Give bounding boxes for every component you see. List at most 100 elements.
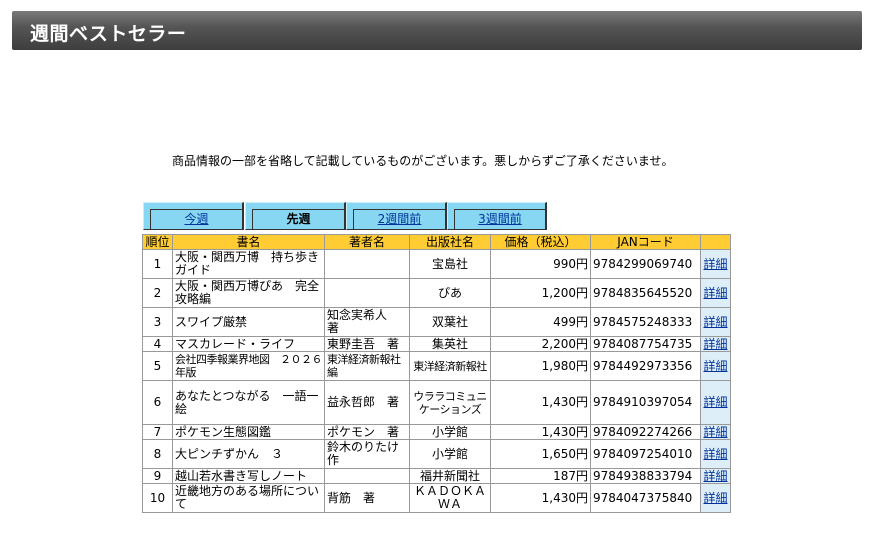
price-cell: 499円 [490,307,591,337]
publisher-cell: ＫＡＤＯＫＡＷＡ [409,483,491,513]
detail-link[interactable]: 詳細 [703,286,727,300]
notice-text: 商品情報の一部を省略して記載しているものがございます。悪しからずご了承くださいま… [172,154,674,168]
detail-link[interactable]: 詳細 [703,337,727,351]
tab-3-weeks-ago[interactable]: 3週間前 [447,202,547,230]
author-cell: 知念実希人 著 [324,307,410,337]
rank-cell: 2 [142,278,173,308]
detail-cell: 詳細 [700,468,731,484]
detail-cell: 詳細 [700,336,731,352]
header-rank: 順位 [142,234,173,250]
tab-2-weeks-ago[interactable]: 2週間前 [346,202,447,230]
table-row: 10 近畿地方のある場所について 背筋 著 ＫＡＤＯＫＡＷＡ 1,430円 97… [142,483,731,513]
detail-link[interactable]: 詳細 [703,315,727,329]
price-cell: 1,430円 [490,483,591,513]
detail-link[interactable]: 詳細 [703,359,727,373]
detail-cell: 詳細 [700,380,731,425]
publisher-cell: 小学館 [409,424,491,440]
rank-cell: 10 [142,483,173,513]
jan-cell: 9784047375840 [590,483,701,513]
tab-2-weeks-ago-label[interactable]: 2週間前 [353,209,445,229]
author-cell [324,249,410,279]
rank-cell: 5 [142,351,173,381]
title-cell: マスカレード・ライフ [172,336,325,352]
price-cell: 2,200円 [490,336,591,352]
author-cell: 鈴木のりたけ 作 [324,439,411,469]
detail-cell: 詳細 [700,278,731,308]
publisher-cell: 福井新聞社 [409,468,491,484]
author-cell: 益永哲郎 著 [324,380,410,425]
header-jan: JANコード [590,234,701,250]
tab-last-week[interactable]: 先週 [245,202,346,230]
detail-link[interactable]: 詳細 [703,447,727,461]
table-row: 8 大ピンチずかん ３ 鈴木のりたけ 作 小学館 1,650円 97840972… [142,439,731,469]
detail-link[interactable]: 詳細 [703,469,727,483]
author-cell: 東洋経済新報社 編 [324,351,412,381]
tab-last-week-label[interactable]: 先週 [252,209,344,229]
detail-link[interactable]: 詳細 [703,257,727,271]
author-cell: 背筋 著 [324,483,410,513]
jan-cell: 9784097254010 [590,439,701,469]
tab-3-weeks-ago-label[interactable]: 3週間前 [454,209,545,229]
table-row: 9 越山若水書き写しノート 福井新聞社 187円 9784938833794 詳… [142,468,731,484]
detail-link[interactable]: 詳細 [703,425,727,439]
table-row: 2 大阪・関西万博ぴあ 完全攻略編 ぴあ 1,200円 978483564552… [142,278,731,308]
table-row: 3 スワイプ厳禁 知念実希人 著 双葉社 499円 9784575248333 … [142,307,731,337]
rank-cell: 4 [142,336,173,352]
publisher-cell: ぴあ [409,278,491,308]
price-cell: 1,650円 [490,439,591,469]
price-cell: 1,430円 [490,424,591,440]
rank-cell: 9 [142,468,173,484]
table-header-row: 順位 書名 著者名 出版社名 価格（税込） JANコード [142,234,731,250]
jan-cell: 9784575248333 [590,307,701,337]
author-cell: ポケモン 著 [324,424,410,440]
rank-cell: 7 [142,424,173,440]
bestseller-table: 順位 書名 著者名 出版社名 価格（税込） JANコード 1 大阪・関西万博 持… [142,234,731,513]
detail-cell: 詳細 [700,483,731,513]
detail-cell: 詳細 [700,307,731,337]
price-cell: 990円 [490,249,591,279]
detail-cell: 詳細 [700,424,731,440]
title-cell: あなたとつながる 一語一絵 [172,380,325,425]
title-cell: 大阪・関西万博ぴあ 完全攻略編 [172,278,325,308]
publisher-cell: 東洋経済新報社 [409,351,491,381]
publisher-cell: 集英社 [409,336,491,352]
header-title: 書名 [172,234,325,250]
detail-cell: 詳細 [700,351,731,381]
header-publisher: 出版社名 [409,234,491,250]
title-cell: 近畿地方のある場所について [172,483,325,513]
title-cell: 越山若水書き写しノート [172,468,325,484]
price-cell: 1,980円 [490,351,591,381]
author-cell: 東野圭吾 著 [324,336,410,352]
header-detail [700,234,731,250]
publisher-cell: 小学館 [409,439,491,469]
author-cell [324,278,410,308]
table-row: 7 ポケモン生態図鑑 ポケモン 著 小学館 1,430円 97840922742… [142,424,731,440]
price-cell: 1,430円 [490,380,591,425]
page-title: 週間ベストセラー [30,23,187,45]
jan-cell: 9784299069740 [590,249,701,279]
publisher-cell: ウララコミュニケーションズ [409,380,491,425]
author-cell [324,468,410,484]
table-row: 6 あなたとつながる 一語一絵 益永哲郎 著 ウララコミュニケーションズ 1,4… [142,380,731,425]
table-row: 5 会社四季報業界地図 ２０２６年版 東洋経済新報社 編 東洋経済新報社 1,9… [142,351,731,381]
price-cell: 1,200円 [490,278,591,308]
detail-link[interactable]: 詳細 [703,491,727,505]
jan-cell: 9784492973356 [590,351,701,381]
table-row: 1 大阪・関西万博 持ち歩きガイド 宝島社 990円 9784299069740… [142,249,731,279]
price-cell: 187円 [490,468,591,484]
rank-cell: 8 [142,439,173,469]
title-cell: 大阪・関西万博 持ち歩きガイド [172,249,325,279]
rank-cell: 6 [142,380,173,425]
detail-link[interactable]: 詳細 [703,395,727,409]
jan-cell: 9784835645520 [590,278,701,308]
jan-cell: 9784092274266 [590,424,701,440]
publisher-cell: 宝島社 [409,249,491,279]
title-cell: 大ピンチずかん ３ [172,439,325,469]
title-cell: ポケモン生態図鑑 [172,424,325,440]
tab-this-week-label[interactable]: 今週 [150,209,242,229]
detail-cell: 詳細 [700,249,731,279]
detail-cell: 詳細 [700,439,731,469]
jan-cell: 9784910397054 [590,380,701,425]
table-row: 4 マスカレード・ライフ 東野圭吾 著 集英社 2,200円 978408775… [142,336,731,352]
tab-this-week[interactable]: 今週 [143,202,244,230]
